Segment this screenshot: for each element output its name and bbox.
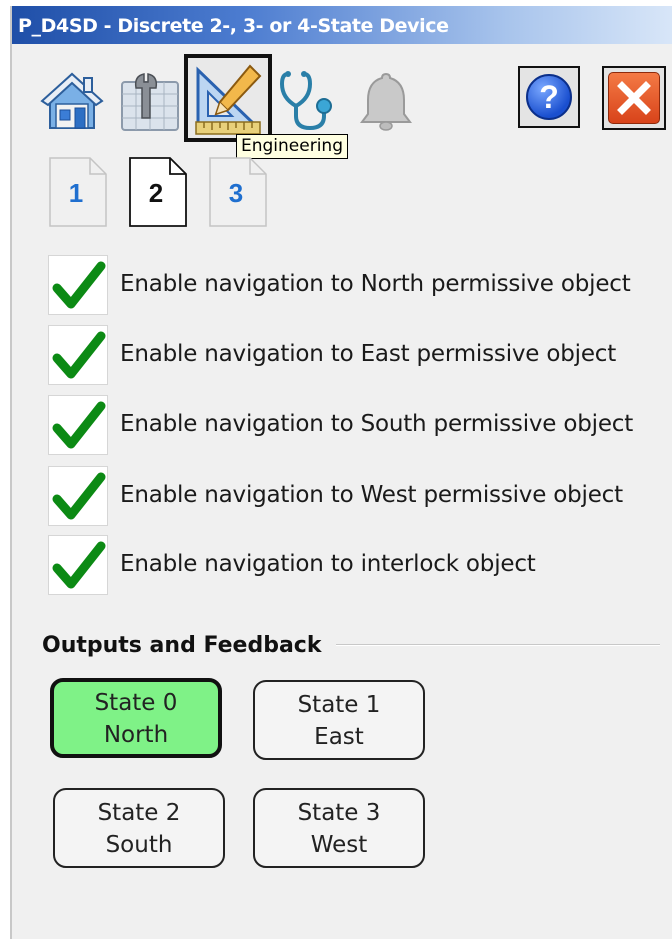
section-divider — [336, 644, 660, 646]
state-3-number: State 3 — [297, 800, 381, 826]
nav-north-checkbox[interactable] — [48, 255, 108, 315]
nav-west-checkbox[interactable] — [48, 466, 108, 526]
nav-south-label: Enable navigation to South permissive ob… — [120, 411, 634, 437]
window-title: P_D4SD - Discrete 2-, 3- or 4-State Devi… — [18, 15, 449, 37]
nav-east-label: Enable navigation to East permissive obj… — [120, 341, 617, 367]
page-tab-3-label: 3 — [228, 178, 244, 208]
help-icon: ? — [539, 79, 559, 115]
maintenance-icon[interactable] — [116, 68, 184, 134]
outputs-feedback-heading: Outputs and Feedback — [42, 633, 322, 658]
alarm-bell-icon[interactable] — [356, 68, 416, 134]
page-tab-3[interactable]: 3 — [208, 156, 270, 228]
nav-interlock-option: Enable navigation to interlock object — [48, 535, 668, 597]
home-icon[interactable] — [40, 68, 104, 132]
page-tab-2-label: 2 — [148, 178, 164, 208]
state-1-name: East — [314, 724, 364, 750]
nav-north-label: Enable navigation to North permissive ob… — [120, 271, 631, 297]
state-2-button[interactable]: State 2 South — [53, 788, 225, 868]
title-bar: P_D4SD - Discrete 2-, 3- or 4-State Devi… — [12, 6, 672, 44]
state-1-button[interactable]: State 1 East — [253, 680, 425, 760]
close-icon — [608, 72, 660, 124]
nav-west-label: Enable navigation to West permissive obj… — [120, 482, 623, 508]
nav-east-checkbox[interactable] — [48, 325, 108, 385]
page-tab-1-label: 1 — [68, 178, 84, 208]
state-0-name: North — [103, 722, 169, 748]
faceplate-window: P_D4SD - Discrete 2-, 3- or 4-State Devi… — [10, 6, 672, 939]
state-3-name: West — [310, 832, 368, 858]
nav-west-option: Enable navigation to West permissive obj… — [48, 466, 668, 528]
state-2-name: South — [105, 832, 173, 858]
state-0-button[interactable]: State 0 North — [50, 678, 222, 758]
nav-north-option: Enable navigation to North permissive ob… — [48, 255, 668, 317]
nav-south-checkbox[interactable] — [48, 395, 108, 455]
diagnostics-icon[interactable] — [278, 68, 342, 134]
page-tab-1[interactable]: 1 — [48, 156, 110, 228]
close-button[interactable] — [602, 66, 666, 130]
state-2-number: State 2 — [97, 800, 181, 826]
state-1-number: State 1 — [297, 692, 381, 718]
page-tab-2[interactable]: 2 — [128, 156, 190, 228]
nav-interlock-label: Enable navigation to interlock object — [120, 551, 536, 577]
state-3-button[interactable]: State 3 West — [253, 788, 425, 868]
engineering-icon[interactable] — [184, 54, 272, 142]
state-0-number: State 0 — [94, 690, 178, 716]
nav-east-option: Enable navigation to East permissive obj… — [48, 325, 668, 387]
help-button[interactable]: ? — [518, 66, 580, 128]
nav-south-option: Enable navigation to South permissive ob… — [48, 395, 668, 457]
nav-interlock-checkbox[interactable] — [48, 535, 108, 595]
